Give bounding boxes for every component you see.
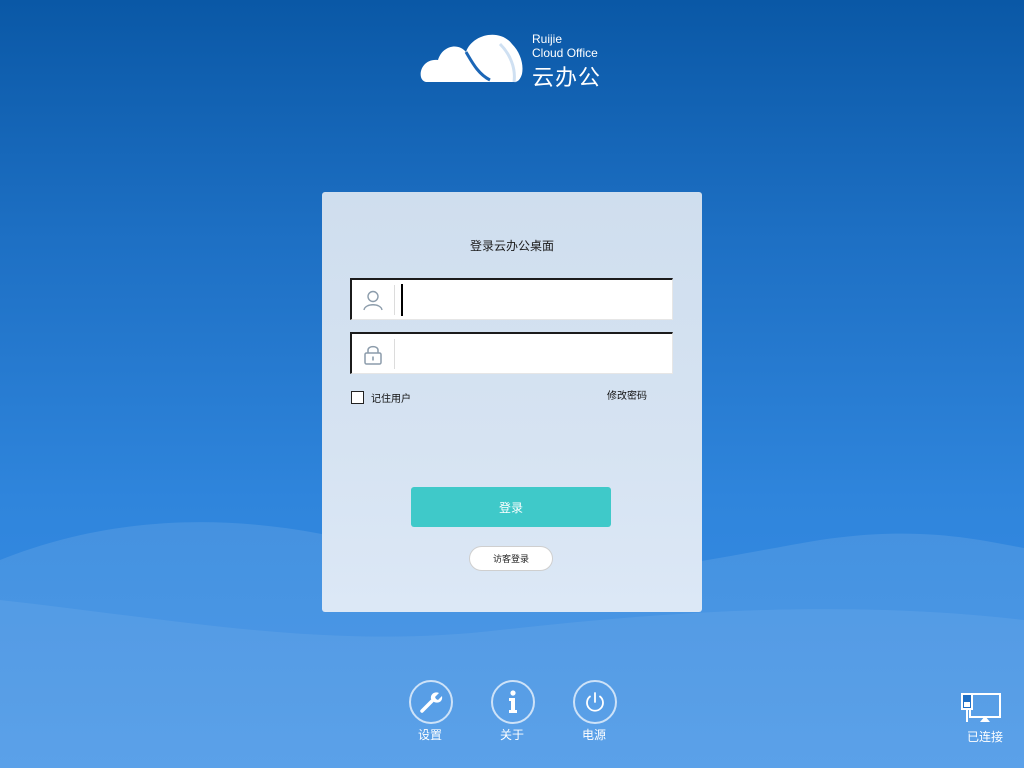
about-label: 关于 [499,728,524,742]
guest-login-button[interactable]: 访客登录 [469,546,553,571]
username-field[interactable] [350,278,673,320]
power-label: 电源 [581,728,606,742]
remember-user-label: 记住用户 [371,394,411,405]
password-input[interactable] [402,338,666,370]
wrench-icon [409,680,453,724]
power-button[interactable]: 电源 [564,680,624,744]
logo-brand-line1: Ruijie [532,32,563,46]
network-status-label: 已连接 [966,730,1003,744]
about-button[interactable]: 关于 [482,680,542,744]
settings-button[interactable]: 设置 [400,680,460,744]
lock-icon [352,334,394,373]
network-connected-icon [961,693,1001,722]
settings-label: 设置 [417,728,442,742]
user-icon [352,280,394,319]
username-input[interactable] [402,284,666,316]
logo-brand-english: Ruijie Cloud Office [532,32,598,60]
login-panel: 登录云办公桌面 记住用户 修改密码 登录 访客登录 [322,192,702,612]
change-password-link[interactable]: 修改密码 [607,387,647,402]
power-icon [573,680,617,724]
username-field-divider [394,285,395,315]
info-icon [491,680,535,724]
logo-brand-chinese: 云办公 [532,66,602,91]
cloud-logo-icon [420,34,523,83]
password-field[interactable] [350,332,673,374]
password-field-divider [394,339,395,369]
remember-user-checkbox[interactable] [351,391,364,404]
logo-brand-line2: Cloud Office [532,46,598,60]
network-status[interactable]: 已连接 [958,690,1010,750]
login-panel-title: 登录云办公桌面 [469,239,554,253]
remember-user-toggle[interactable]: 记住用户 [351,390,411,405]
login-button[interactable]: 登录 [411,487,611,527]
ruijie-cloud-office-logo: Ruijie Cloud Office 云办公 [420,30,620,91]
